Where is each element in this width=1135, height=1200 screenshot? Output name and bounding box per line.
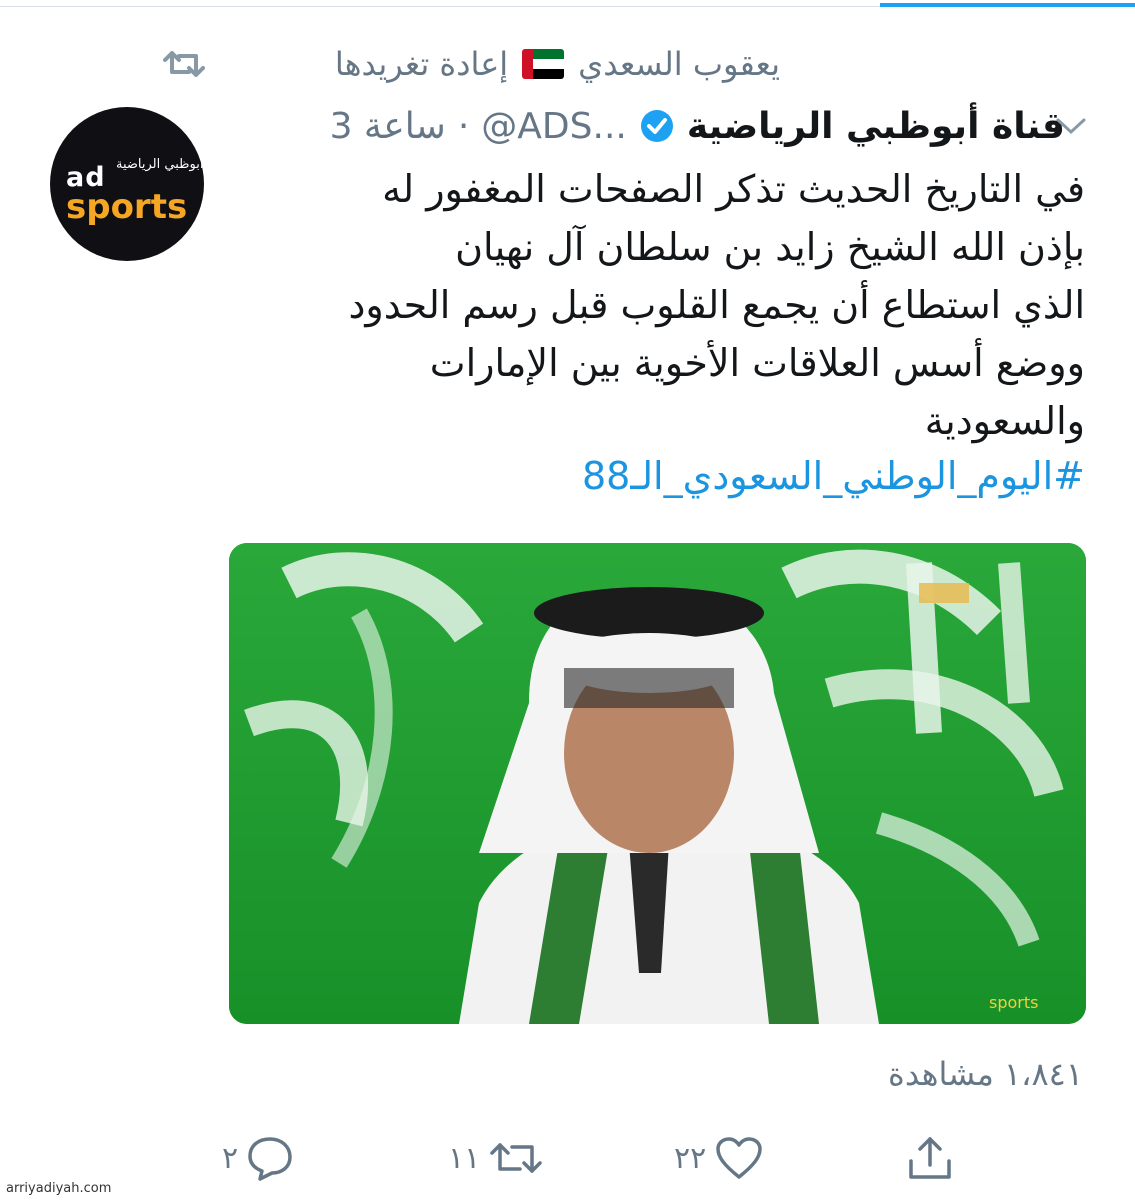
tweet-text-line: ووضع أسس العلاقات الأخوية بين الإمارات <box>429 341 1085 385</box>
reply-count: ٢ <box>222 1140 239 1176</box>
reply-icon <box>248 1137 292 1181</box>
retweet-context[interactable]: يعقوب السعدي إعادة تغريدها <box>335 42 780 86</box>
avatar[interactable]: أبوظبي الرياضية ad sports <box>50 107 204 261</box>
verified-badge-icon <box>640 110 673 142</box>
retweet-button[interactable]: ١١ <box>448 1128 544 1188</box>
tweet-text-line: في التاريخ الحديث تذكر الصفحات المغفور ل… <box>382 167 1085 211</box>
share-button[interactable] <box>905 1128 955 1188</box>
reply-button[interactable]: ٢ <box>222 1128 294 1188</box>
retweet-label: إعادة تغريدها <box>334 45 509 83</box>
retweeter-name[interactable]: يعقوب السعدي <box>578 45 780 83</box>
tweet-text-line: والسعودية <box>924 399 1085 443</box>
views-number: ١،٨٤١ <box>1003 1055 1083 1093</box>
view-count: ١،٨٤١ مشاهدة <box>888 1052 1083 1096</box>
video-media[interactable]: sports <box>229 543 1086 1024</box>
avatar-sports-text: sports <box>66 187 188 227</box>
like-button[interactable]: ٢٢ <box>674 1128 764 1188</box>
tweet-header: قناة أبوظبي الرياضية @ADS... · 3 ساعة <box>330 100 1065 152</box>
tweet-text: في التاريخ الحديث تذكر الصفحات المغفور ل… <box>225 160 1085 450</box>
avatar-arabic-text: أبوظبي الرياضية <box>116 157 204 172</box>
display-name[interactable]: قناة أبوظبي الرياضية <box>687 106 1065 147</box>
tweet-text-line: الذي استطاع أن يجمع القلوب قبل رسم الحدو… <box>348 283 1085 327</box>
views-label: مشاهدة <box>888 1055 994 1093</box>
timestamp[interactable]: 3 ساعة <box>330 106 446 147</box>
retweet-icon <box>490 1143 542 1173</box>
retweet-context-icon <box>163 51 205 77</box>
video-frame: sports <box>229 543 1086 1024</box>
watermark: arriyadiyah.com <box>6 1181 112 1196</box>
tweet-actions: ٢ ١١ ٢٢ <box>0 1128 1135 1188</box>
handle[interactable]: @ADS... <box>481 106 627 147</box>
separator-dot: · <box>457 105 470 147</box>
retweet-count: ١١ <box>448 1140 481 1176</box>
tweet-text-line: بإذن الله الشيخ زايد بن سلطان آل نهيان <box>455 225 1085 269</box>
hashtag-link[interactable]: #اليوم_الوطني_السعودي_الـ88 <box>582 447 1085 505</box>
active-tab-indicator <box>880 3 1135 7</box>
chevron-down-icon[interactable] <box>1054 114 1088 138</box>
heart-icon <box>716 1137 762 1179</box>
top-divider <box>0 6 880 7</box>
share-icon <box>909 1137 951 1179</box>
like-count: ٢٢ <box>674 1140 707 1176</box>
video-channel-logo: sports <box>989 993 1038 1012</box>
uae-flag-icon <box>522 49 565 79</box>
